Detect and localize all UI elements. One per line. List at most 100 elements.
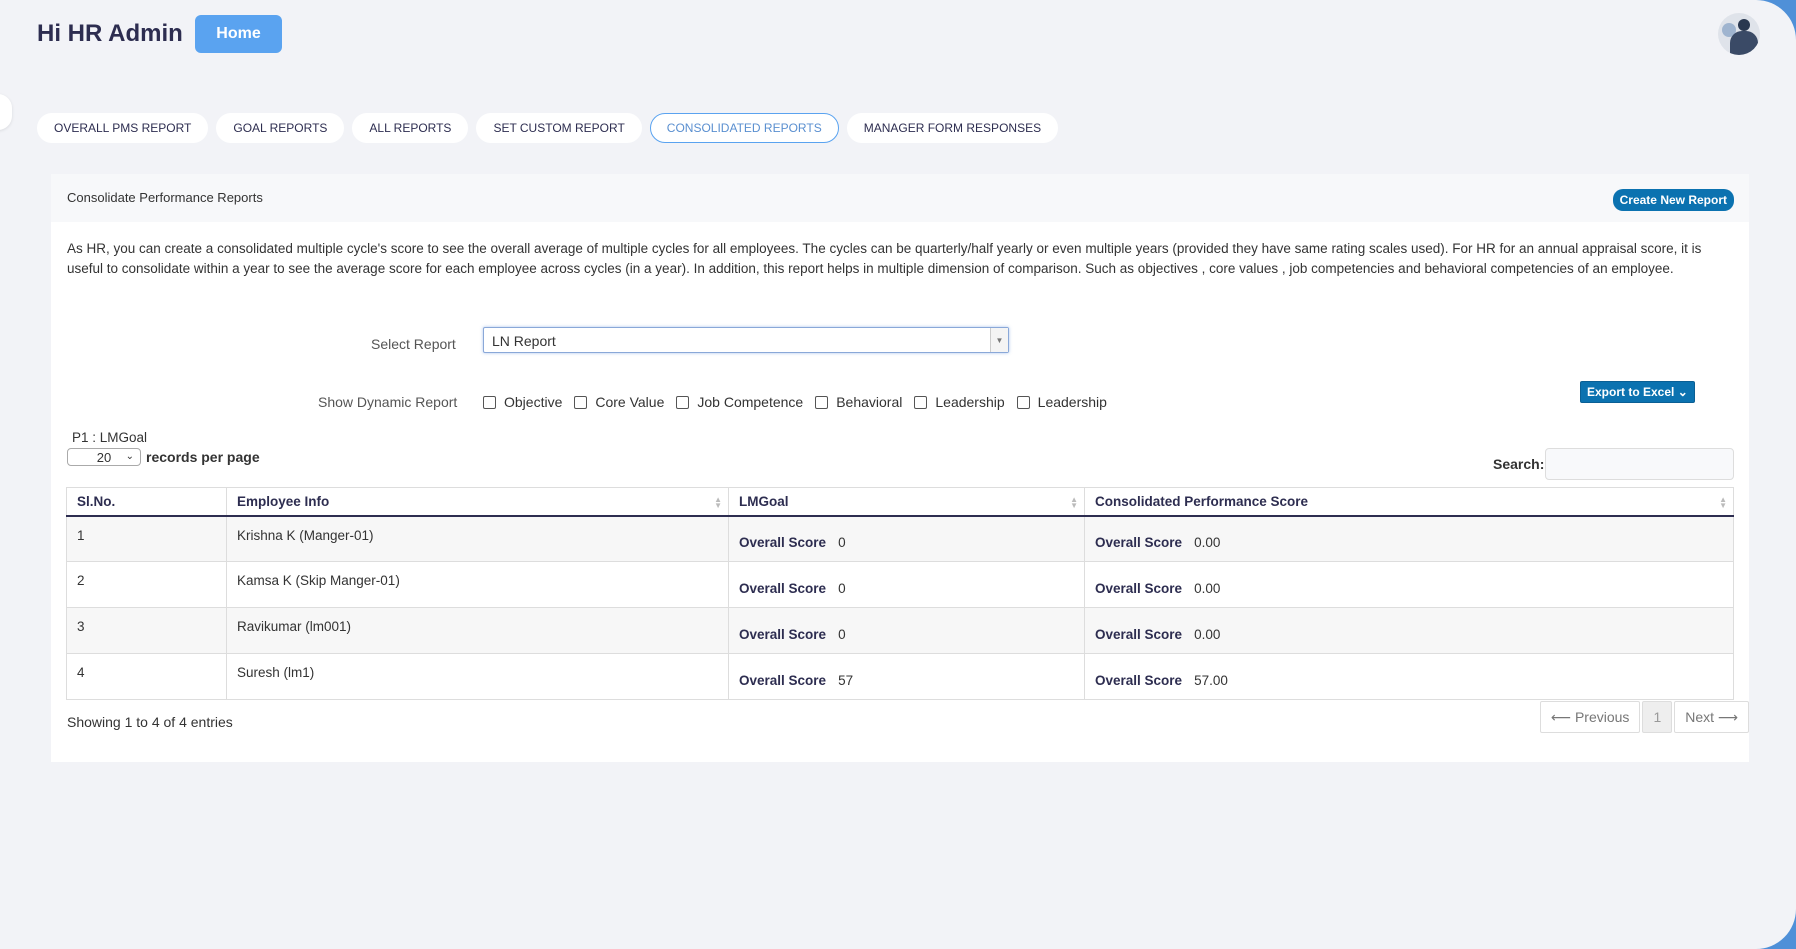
score-value: 57.00 [1194,673,1228,688]
score-value: 0 [838,535,846,551]
checkbox-leadership-2[interactable]: Leadership [1016,394,1107,410]
chevron-down-icon[interactable]: ▼ [990,328,1008,352]
records-per-page-label: records per page [146,449,260,465]
header-label: Sl.No. [77,493,116,509]
tab-manager-form-responses[interactable]: MANAGER FORM RESPONSES [846,113,1059,143]
tab-consolidated-reports[interactable]: CONSOLIDATED REPORTS [649,113,839,143]
score-value: 0.00 [1194,627,1221,642]
table-info-text: Showing 1 to 4 of 4 entries [67,714,233,730]
report-panel: Consolidate Performance Reports Create N… [51,174,1749,762]
table-row: 4 Suresh (lm1) Overall Score 57 Overall S… [66,653,1734,700]
sort-icon: ▲ ▼ [1070,495,1078,510]
score-label: Overall Score [1095,535,1183,551]
checkbox-core-value[interactable]: Core Value [574,394,664,410]
checkbox-box[interactable] [815,395,829,409]
checkbox-behavioral[interactable]: Behavioral [815,394,902,410]
checkbox-leadership-1[interactable]: Leadership [914,394,1005,410]
avatar[interactable] [1718,13,1760,55]
cell-employee: Krishna K (Manger-01) [226,515,729,562]
export-label: Export to Excel [1587,385,1675,399]
consolidated-report-table: Sl.No. Employee Info ▲ ▼ LMGoal ▲ ▼ Consolid… [66,487,1734,700]
tab-set-custom-report[interactable]: SET CUSTOM REPORT [476,113,642,143]
tab-overall-pms-report[interactable]: OVERALL PMS REPORT [37,113,209,143]
previous-page-button[interactable]: ⟵ Previous [1540,701,1641,733]
cell-employee: Kamsa K (Skip Manger-01) [226,561,729,608]
checkbox-label: Core Value [595,394,665,410]
cell-slno: 2 [66,561,227,608]
greeting-title: Hi HR Admin [37,20,183,47]
score-value: 0 [838,627,846,642]
checkbox-label: Job Competence [697,394,804,410]
checkbox-label: Leadership [1037,394,1107,410]
checkbox-label: Objective [504,394,563,410]
next-page-button[interactable]: Next ⟶ [1674,701,1749,733]
records-per-page-value: 20 [96,449,112,465]
score-label: Overall Score [739,627,827,642]
column-header-employee-info[interactable]: Employee Info ▲ ▼ [226,487,729,517]
chevron-down-icon: ⌄ [1677,385,1688,399]
home-button[interactable]: Home [195,15,282,53]
checkbox-label: Leadership [935,394,1005,410]
dynamic-report-checkboxes: Objective Core Value Job Competence Beha… [483,388,1119,416]
cell-lmgoal: Overall Score 0 [728,607,1085,654]
cell-slno: 1 [66,515,227,562]
search-label: Search: [1493,456,1545,472]
panel-header: Consolidate Performance Reports Create N… [51,174,1749,222]
cell-slno: 3 [66,607,227,654]
column-header-consolidated-score[interactable]: Consolidated Performance Score ▲ ▼ [1084,487,1734,517]
column-header-slno[interactable]: Sl.No. [66,487,227,517]
score-value: 57 [838,673,854,688]
tab-goal-reports[interactable]: GOAL REPORTS [216,113,345,143]
description-text: As HR, you can create a consolidated mul… [67,241,1702,276]
chevron-down-icon: ⌄ [125,451,134,462]
page-number-1[interactable]: 1 [1642,701,1673,733]
table-header-row: Sl.No. Employee Info ▲ ▼ LMGoal ▲ ▼ Consolid… [66,487,1734,517]
checkbox-box[interactable] [676,395,690,409]
select-report-dropdown[interactable]: LN Report ▼ [483,327,1009,353]
pagination: ⟵ Previous 1 Next ⟶ [1538,701,1749,733]
export-to-excel-button[interactable]: Export to Excel ⌄ [1580,381,1695,403]
sidebar-toggle[interactable] [0,94,12,130]
tab-all-reports[interactable]: ALL REPORTS [352,113,469,143]
score-value: 0.00 [1194,535,1221,551]
checkbox-box[interactable] [914,395,928,409]
score-label: Overall Score [1095,673,1183,688]
p1-goal-label: P1 : LMGoal [72,430,148,445]
cell-consolidated: Overall Score 57.00 [1084,653,1734,700]
checkbox-label: Behavioral [836,394,903,410]
checkbox-job-competence[interactable]: Job Competence [676,394,803,410]
select-report-value: LN Report [492,333,556,349]
header-label: LMGoal [739,493,789,509]
dynamic-report-label: Show Dynamic Report [318,394,458,410]
cell-consolidated: Overall Score 0.00 [1084,607,1734,654]
records-per-page: 20 ⌄ records per page [67,448,260,466]
select-report-label: Select Report [371,336,456,352]
avatar-body [1730,31,1758,55]
cell-consolidated: Overall Score 0.00 [1084,561,1734,608]
column-header-lmgoal[interactable]: LMGoal ▲ ▼ [728,487,1085,517]
cell-employee: Ravikumar (lm001) [226,607,729,654]
score-value: 0.00 [1194,581,1221,596]
report-tabs: OVERALL PMS REPORT GOAL REPORTS ALL REPO… [37,113,1066,143]
checkbox-box[interactable] [574,395,588,409]
score-label: Overall Score [739,581,827,596]
table-row: 3 Ravikumar (lm001) Overall Score 0 Overa… [66,607,1734,654]
checkbox-objective[interactable]: Objective [483,394,562,410]
checkbox-box[interactable] [483,395,496,409]
score-value: 0 [838,581,846,596]
sort-icon: ▲ ▼ [1719,495,1727,510]
score-label: Overall Score [1095,581,1183,596]
cell-lmgoal: Overall Score 57 [728,653,1085,700]
sort-icon: ▲ ▼ [714,495,722,510]
score-label: Overall Score [739,535,827,551]
cell-employee: Suresh (lm1) [226,653,729,700]
panel-title: Consolidate Performance Reports [67,190,263,205]
score-label: Overall Score [1095,627,1183,642]
table-row: 2 Kamsa K (Skip Manger-01) Overall Score… [66,561,1734,608]
records-per-page-select[interactable]: 20 ⌄ [67,448,141,466]
table-row: 1 Krishna K (Manger-01) Overall Score 0 O… [66,515,1734,562]
create-new-report-button[interactable]: Create New Report [1612,189,1734,211]
search-input[interactable] [1545,448,1734,480]
cell-lmgoal: Overall Score 0 [728,561,1085,608]
checkbox-box[interactable] [1016,395,1030,409]
